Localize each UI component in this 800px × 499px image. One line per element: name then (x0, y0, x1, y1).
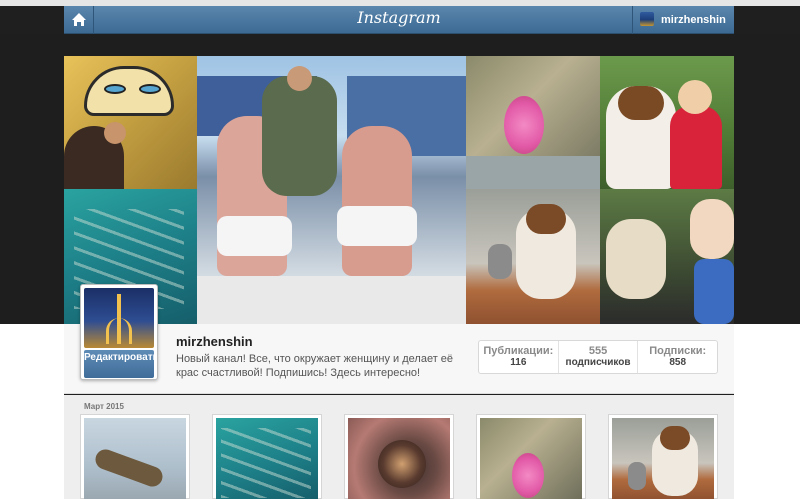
user-menu[interactable]: mirzhenshin (632, 6, 734, 34)
feed-month-label: Март 2015 (84, 402, 124, 411)
stat-followers[interactable]: 555 подписчиков (559, 341, 639, 373)
edit-profile-button[interactable]: Редактировать профиль (84, 350, 154, 378)
stat-posts-value: 116 (510, 357, 527, 368)
stat-followers-label: 555 (588, 345, 608, 357)
stat-posts[interactable]: Публикации: 116 (479, 341, 559, 373)
profile-username: mirzhenshin (176, 334, 253, 349)
feed-photo-4[interactable] (476, 414, 586, 499)
header-username: mirzhenshin (661, 14, 726, 26)
feed-photo-5[interactable] (608, 414, 718, 499)
stat-following-label: Подписки: (649, 345, 707, 357)
feed-photo-2[interactable] (212, 414, 322, 499)
collage-photo-1[interactable] (64, 56, 197, 189)
cover-collage (64, 56, 734, 324)
collage-photo-7[interactable] (600, 189, 734, 324)
stat-followers-value: подписчиков (565, 357, 631, 368)
feed-photo-3[interactable] (344, 414, 454, 499)
profile-picture[interactable] (84, 288, 154, 348)
top-nav-bar: Instagram mirzhenshin (64, 6, 734, 34)
collage-photo-4[interactable] (600, 56, 734, 189)
profile-stats: Публикации: 116 555 подписчиков Подписки… (478, 340, 718, 374)
feed-photo-1[interactable] (80, 414, 190, 499)
stat-following[interactable]: Подписки: 858 (638, 341, 717, 373)
profile-picture-card: Редактировать профиль (80, 284, 158, 380)
collage-photo-6[interactable] (466, 189, 600, 324)
feed-right-margin (734, 324, 800, 499)
stat-posts-label: Публикации: (483, 345, 554, 357)
stat-following-value: 858 (669, 357, 687, 368)
collage-photo-2[interactable] (197, 56, 466, 324)
collage-photo-3[interactable] (466, 56, 600, 189)
header-avatar (640, 12, 654, 26)
feed-left-margin (0, 324, 64, 499)
profile-bio: Новый канал! Все, что окружает женщину и… (176, 353, 454, 379)
